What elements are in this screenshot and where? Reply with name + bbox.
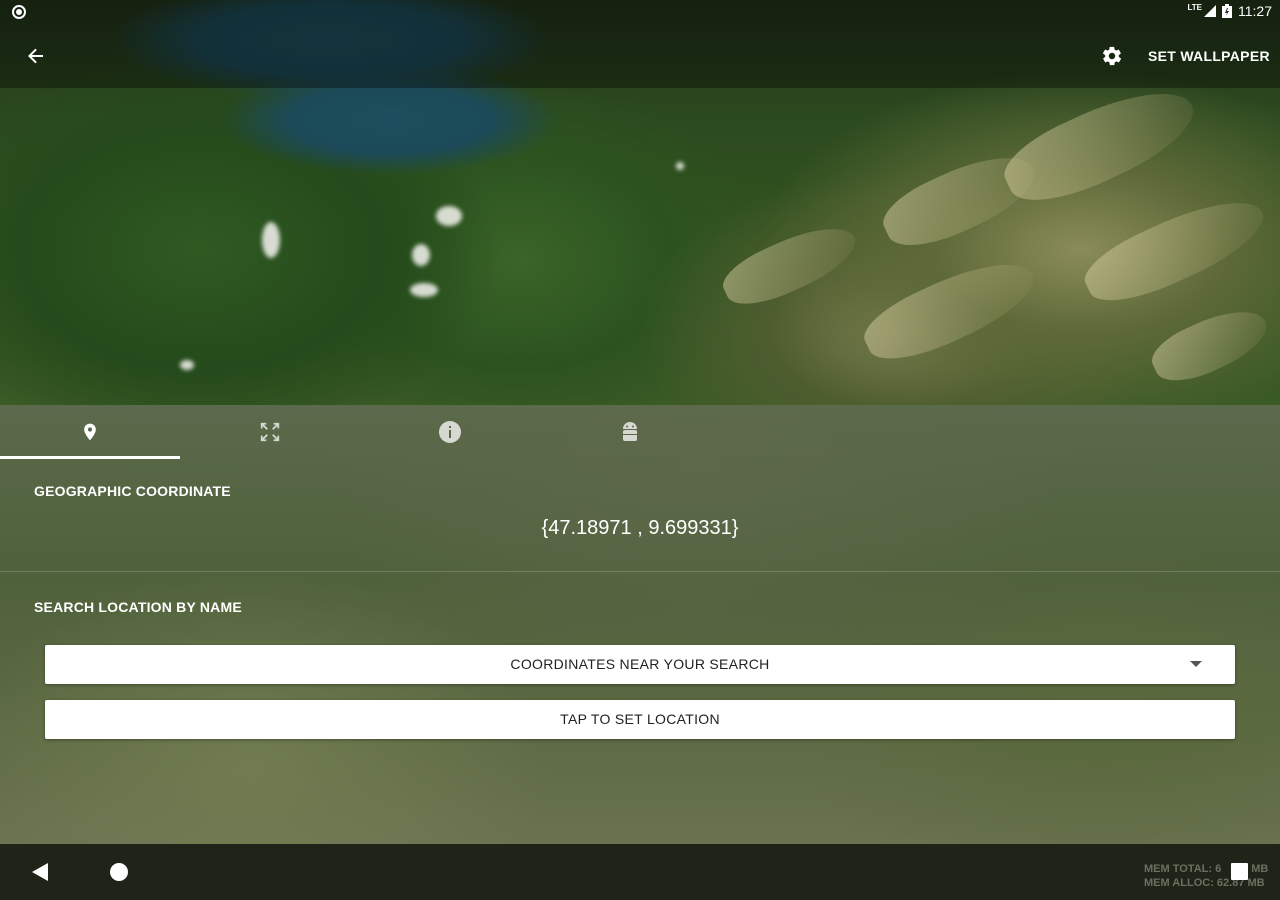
arrow-back-icon xyxy=(28,48,43,64)
section-divider xyxy=(0,571,1280,572)
battery-icon xyxy=(1222,4,1232,18)
info-icon xyxy=(439,421,461,443)
nav-home-icon[interactable] xyxy=(110,863,128,881)
nav-back-icon[interactable] xyxy=(30,862,50,882)
back-button[interactable] xyxy=(20,40,52,72)
settings-button[interactable] xyxy=(1096,40,1128,72)
mem-alloc-text: MEM ALLOC: 62.87 MB xyxy=(1144,877,1265,889)
nav-recents-icon[interactable] xyxy=(1231,863,1248,880)
status-bar: LTE 11:27 xyxy=(0,0,1280,24)
fullscreen-icon xyxy=(260,422,280,442)
network-type-label: LTE xyxy=(1187,2,1202,12)
app-screen: LTE 11:27 SET WALLPAPER GEOGRAPHIC COORD… xyxy=(0,0,1280,900)
tab-android[interactable] xyxy=(540,405,720,459)
android-icon xyxy=(623,422,637,441)
mem-total-text: MEM TOTAL: 6 xyxy=(1144,863,1222,875)
clock: 11:27 xyxy=(1238,3,1272,19)
status-indicators: LTE 11:27 xyxy=(1187,2,1272,20)
notification-circle-icon xyxy=(12,5,26,19)
selected-tab-indicator xyxy=(0,456,180,459)
set-location-button[interactable]: TAP TO SET LOCATION xyxy=(45,700,1235,739)
mem-total-unit: MB xyxy=(1251,863,1269,875)
chevron-down-icon xyxy=(1190,661,1202,667)
tab-bar xyxy=(0,405,1280,459)
dropdown-selected-value: COORDINATES NEAR YOUR SEARCH xyxy=(510,656,770,672)
signal-icon xyxy=(1204,5,1216,17)
tab-info[interactable] xyxy=(360,405,540,459)
geographic-coordinate-label: GEOGRAPHIC COORDINATE xyxy=(34,483,231,499)
gear-icon xyxy=(1102,46,1122,66)
navigation-bar: MEM TOTAL: 6 MB MEM ALLOC: 62.87 MB xyxy=(0,844,1280,900)
memory-debug-overlay: MEM TOTAL: 6 MB MEM ALLOC: 62.87 MB xyxy=(1144,862,1276,890)
tab-fullscreen[interactable] xyxy=(180,405,360,459)
set-wallpaper-button[interactable]: SET WALLPAPER xyxy=(1140,44,1278,68)
search-location-label: SEARCH LOCATION BY NAME xyxy=(34,599,242,615)
coordinate-value: {47.18971 , 9.699331} xyxy=(541,517,739,539)
details-panel: GEOGRAPHIC COORDINATE {47.18971 , 9.6993… xyxy=(0,405,1280,844)
location-pin-icon xyxy=(84,423,96,441)
mem-total-line: MEM TOTAL: 6 MB xyxy=(1144,862,1276,876)
toolbar: SET WALLPAPER xyxy=(0,28,1280,84)
tab-location[interactable] xyxy=(0,405,180,459)
location-search-dropdown[interactable]: COORDINATES NEAR YOUR SEARCH xyxy=(45,645,1235,684)
